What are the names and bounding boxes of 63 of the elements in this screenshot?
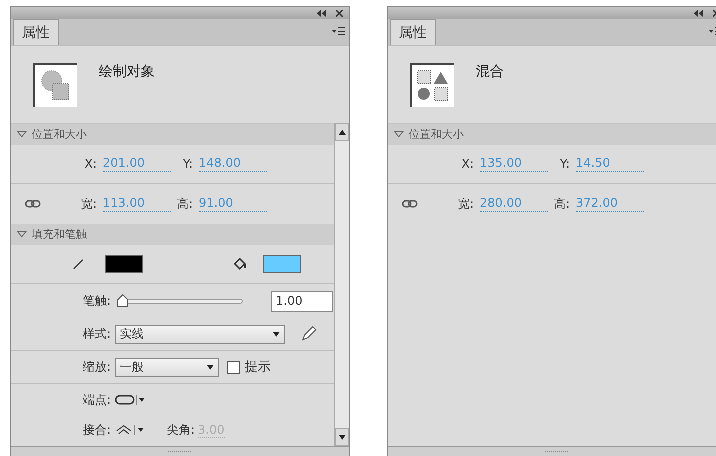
object-type-label: 混合 (476, 63, 504, 81)
value-field[interactable]: 280.00 (480, 196, 548, 212)
scroll-down-button[interactable] (335, 428, 349, 446)
stroke-color-swatch[interactable] (105, 255, 143, 273)
cap-style-icon[interactable] (115, 395, 145, 405)
paint-bucket-icon (233, 258, 247, 270)
value-field[interactable]: 372.00 (576, 196, 644, 212)
menu-icon[interactable] (332, 27, 345, 36)
value-field[interactable]: 14.50 (576, 156, 644, 172)
field-label: X: (84, 157, 97, 171)
field-label: 宽: (456, 196, 474, 212)
pencil-icon[interactable] (301, 326, 317, 342)
field-label: Y: (559, 157, 570, 171)
scrollbar[interactable] (334, 123, 349, 446)
cap-label: 端点: (82, 392, 111, 408)
object-type-label: 绘制对象 (99, 63, 155, 81)
slider-thumb[interactable] (117, 294, 129, 308)
collapse-triangle-icon[interactable] (17, 231, 27, 238)
hint-label: 提示 (245, 359, 271, 376)
style-label: 样式: (82, 326, 111, 342)
panel-tab[interactable]: 属性 (390, 19, 436, 45)
panel-tab[interactable]: 属性 (13, 19, 59, 45)
down-arrow-icon (338, 434, 346, 440)
collapse-icon[interactable] (317, 10, 326, 16)
pencil-icon (73, 258, 85, 270)
fill-color-swatch[interactable] (263, 255, 301, 273)
section-title: 位置和大小 (409, 127, 464, 142)
scroll-up-button[interactable] (335, 123, 349, 141)
collapse-triangle-icon[interactable] (394, 131, 404, 138)
value-field[interactable]: 91.00 (199, 196, 267, 212)
caret-icon (207, 364, 214, 370)
miter-label: 尖角: (166, 422, 195, 438)
blend-thumbnail (410, 63, 454, 107)
section-title: 位置和大小 (32, 127, 87, 142)
hint-checkbox[interactable] (227, 360, 240, 374)
stroke-width-field[interactable]: 1.00 (271, 290, 333, 312)
stroke-label: 笔触: (82, 292, 111, 310)
field-label: 宽: (80, 196, 97, 212)
collapse-icon[interactable] (694, 10, 703, 16)
section-title: 填充和笔触 (32, 227, 87, 242)
value-field[interactable]: 135.00 (480, 156, 548, 172)
field-label: Y: (182, 157, 193, 171)
collapse-triangle-icon[interactable] (17, 131, 27, 138)
section-header[interactable]: 位置和大小 (388, 124, 716, 145)
join-style-icon[interactable] (115, 425, 145, 435)
style-dropdown[interactable]: 实线 (115, 324, 285, 344)
scale-label: 缩放: (82, 358, 111, 376)
field-label: X: (460, 157, 474, 171)
section-header[interactable]: 位置和大小 (11, 124, 334, 145)
field-label: 高: (552, 196, 570, 212)
link-icon[interactable] (25, 200, 41, 208)
value-field[interactable]: 148.00 (199, 156, 267, 172)
field-label: 高: (176, 196, 193, 212)
up-arrow-icon (338, 130, 346, 134)
value-field[interactable]: 201.00 (103, 156, 171, 172)
close-icon[interactable] (336, 10, 343, 16)
join-label: 接合: (82, 422, 111, 438)
value-field[interactable]: 113.00 (103, 196, 171, 212)
drawing-object-thumbnail (33, 63, 77, 107)
caret-icon (273, 332, 280, 336)
link-icon[interactable] (402, 200, 418, 208)
section-header[interactable]: 填充和笔触 (11, 224, 334, 245)
scale-dropdown[interactable]: 一般 (115, 358, 219, 376)
